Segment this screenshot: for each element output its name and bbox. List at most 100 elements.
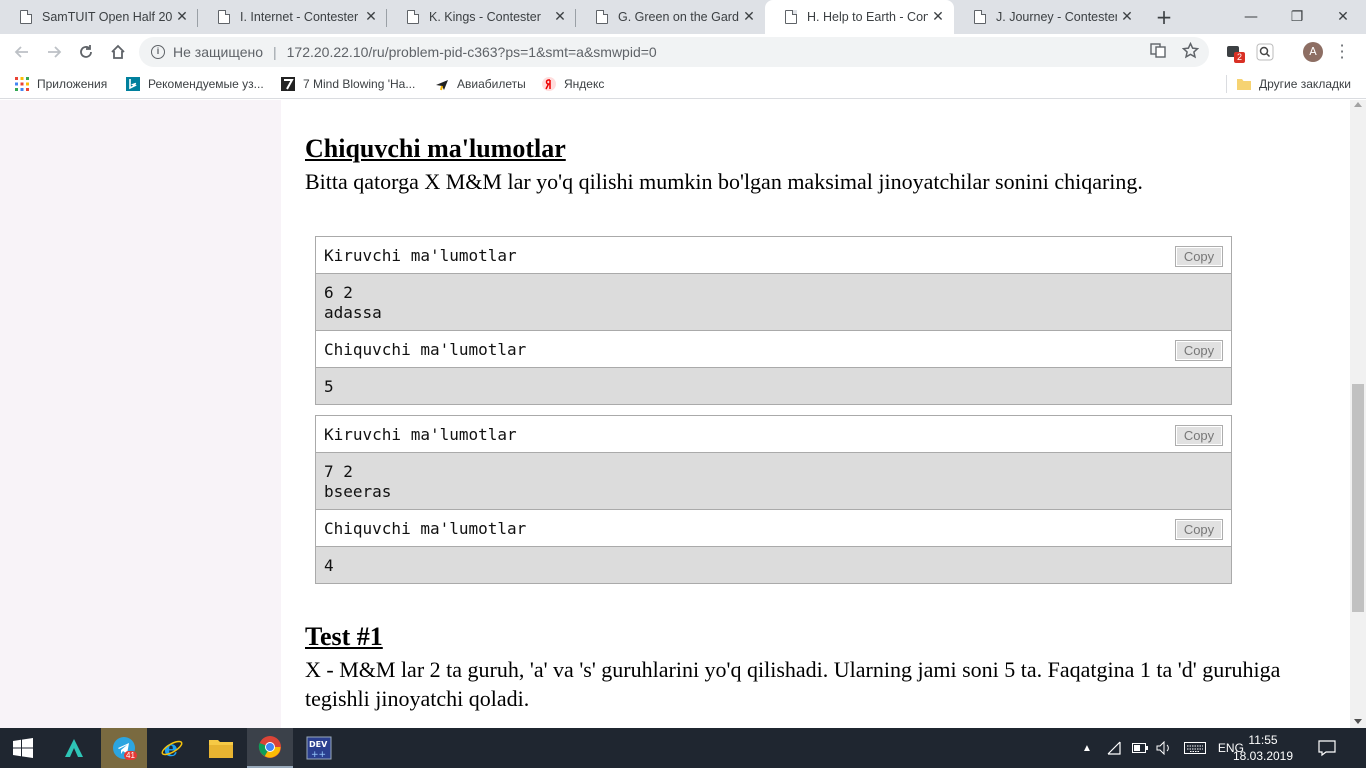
bookmark-label: Авиабилеты — [457, 77, 526, 91]
translate-icon[interactable] — [1150, 42, 1166, 58]
tab-title: G. Green on the Garden — [618, 10, 739, 24]
close-icon[interactable]: ✕ — [1117, 9, 1137, 25]
copy-button[interactable]: Copy — [1175, 340, 1223, 361]
system-clock[interactable]: 11:55 18.03.2019 — [1232, 732, 1294, 764]
bookmark-label: 7 Mind Blowing 'Ha... — [303, 77, 416, 91]
bookmark-yandex[interactable]: Яндекс — [542, 76, 604, 92]
bookmark-apps[interactable]: Приложения — [15, 76, 107, 92]
extension-badge: 2 — [1234, 52, 1245, 63]
svg-text:++: ++ — [311, 750, 326, 760]
url-text[interactable]: 172.20.22.10/ru/problem-pid-c363?ps=1&sm… — [287, 44, 657, 60]
close-icon[interactable]: ✕ — [172, 9, 192, 25]
tab-title: I. Internet - Contester — [240, 10, 359, 24]
output-label: Chiquvchi ma'lumotlar — [324, 519, 527, 538]
back-button[interactable] — [10, 40, 34, 64]
close-window-button[interactable]: ✕ — [1320, 0, 1366, 34]
minimize-button[interactable]: — — [1228, 0, 1274, 34]
restore-button[interactable]: ❐ — [1274, 0, 1320, 34]
autodesk-icon — [65, 739, 83, 757]
tab-help-to-earth[interactable]: H. Help to Earth - Conte ✕ — [765, 0, 954, 34]
file-explorer-app[interactable] — [198, 728, 244, 768]
search-extension-icon[interactable] — [1256, 43, 1274, 61]
tab-title: K. Kings - Contester — [429, 10, 541, 24]
tab-journey[interactable]: J. Journey - Contester ✕ — [954, 0, 1143, 34]
sample-test-2: Kiruvchi ma'lumotlar Copy 7 2 bseeras Ch… — [315, 415, 1232, 584]
bookmark-site-icon — [281, 77, 295, 91]
telegram-app[interactable]: 41 — [101, 728, 147, 768]
show-hidden-icons-icon[interactable]: ▲ — [1082, 743, 1092, 754]
close-icon[interactable]: ✕ — [928, 9, 948, 25]
close-icon[interactable]: ✕ — [361, 9, 381, 25]
tab-kings[interactable]: K. Kings - Contester ✕ — [387, 0, 576, 34]
tab-strip: SamTUIT Open Half 20 ✕ I. Internet - Con… — [0, 0, 1366, 34]
start-button[interactable] — [0, 728, 46, 768]
dev-cpp-icon: DEV++ — [306, 736, 332, 760]
home-button[interactable] — [106, 40, 130, 64]
autodesk-app[interactable] — [51, 728, 97, 768]
reload-button[interactable] — [74, 40, 98, 64]
devcpp-app[interactable]: DEV ++ — [296, 728, 342, 768]
bookmark-recommended[interactable]: Рекомендуемые уз... — [126, 76, 264, 92]
page-icon — [596, 10, 608, 24]
bookmark-star-icon[interactable] — [1182, 42, 1199, 59]
page-icon — [218, 10, 230, 24]
sample-input-header: Kiruvchi ma'lumotlar Copy — [316, 416, 1231, 453]
scrollbar-thumb[interactable] — [1352, 384, 1364, 612]
bookmark-label: Приложения — [37, 77, 108, 91]
close-icon[interactable]: ✕ — [550, 9, 570, 25]
bookmark-label: Яндекс — [564, 77, 605, 91]
copy-button[interactable]: Copy — [1175, 246, 1223, 267]
tab-green[interactable]: G. Green on the Garden ✕ — [576, 0, 765, 34]
scroll-down-arrow-icon[interactable] — [1354, 719, 1362, 724]
folder-icon — [209, 740, 233, 758]
close-icon[interactable]: ✕ — [739, 9, 759, 25]
page-scrollbar[interactable] — [1350, 100, 1366, 728]
notifications-icon[interactable] — [1318, 739, 1336, 757]
sample-test-1: Kiruvchi ma'lumotlar Copy 6 2 adassa Chi… — [315, 236, 1232, 405]
copy-button[interactable]: Copy — [1175, 425, 1223, 446]
keyboard-icon[interactable] — [1183, 742, 1206, 754]
page-icon — [785, 10, 797, 24]
clock-time: 11:55 — [1248, 733, 1278, 747]
output-heading: Chiquvchi ma'lumotlar — [305, 134, 566, 163]
scroll-up-arrow-icon[interactable] — [1354, 102, 1362, 107]
battery-icon[interactable] — [1131, 743, 1148, 753]
input-label: Kiruvchi ma'lumotlar — [324, 246, 517, 265]
wifi-icon[interactable] — [1106, 741, 1122, 755]
ie-app[interactable]: e — [149, 728, 195, 768]
copy-button[interactable]: Copy — [1175, 519, 1223, 540]
security-label: Не защищено — [173, 44, 263, 60]
output-label: Chiquvchi ma'lumotlar — [324, 340, 527, 359]
page-icon — [407, 10, 419, 24]
forward-arrow-icon — [48, 46, 62, 58]
bookmarks-bar: Приложения Рекомендуемые уз... 7 Mind Bl… — [0, 70, 1366, 99]
apps-grid-icon — [15, 77, 29, 91]
output-description: Bitta qatorga X M&M lar yo'q qilishi mum… — [305, 169, 1143, 194]
page-viewport: Chiquvchi ma'lumotlar Bitta qatorga X M&… — [0, 100, 1350, 728]
bookmark-aviabilety[interactable]: Авиабилеты — [435, 76, 526, 92]
bookmark-mind-blowing[interactable]: 7 Mind Blowing 'Ha... — [281, 76, 415, 92]
info-icon[interactable]: i — [151, 45, 165, 59]
clock-date: 18.03.2019 — [1232, 749, 1294, 763]
forward-button[interactable] — [42, 40, 66, 64]
tab-title: SamTUIT Open Half 20 — [42, 10, 172, 24]
new-tab-button[interactable]: + — [1153, 6, 1175, 28]
input-label: Kiruvchi ma'lumotlar — [324, 425, 517, 444]
profile-avatar[interactable]: A — [1303, 42, 1323, 62]
chrome-app[interactable] — [247, 728, 293, 768]
chrome-icon — [258, 736, 281, 758]
address-bar[interactable]: i Не защищено | 172.20.22.10/ru/problem-… — [139, 37, 1209, 67]
bookmark-label: Рекомендуемые уз... — [148, 77, 264, 91]
volume-icon[interactable] — [1156, 741, 1172, 755]
windows-logo-icon — [13, 738, 33, 758]
tab-internet[interactable]: I. Internet - Contester ✕ — [198, 0, 387, 34]
extension-icon[interactable]: 2 — [1226, 43, 1245, 63]
reload-icon — [80, 45, 92, 58]
bookmark-other[interactable]: Другие закладки — [1237, 76, 1351, 92]
tab-title: J. Journey - Contester — [996, 10, 1117, 24]
tab-samtuit[interactable]: SamTUIT Open Half 20 ✕ — [0, 0, 198, 34]
bing-icon — [126, 77, 140, 91]
svg-text:DEV: DEV — [309, 740, 328, 749]
sample-input-text: 6 2 adassa — [324, 283, 382, 322]
menu-icon[interactable]: · · · — [1336, 38, 1348, 66]
